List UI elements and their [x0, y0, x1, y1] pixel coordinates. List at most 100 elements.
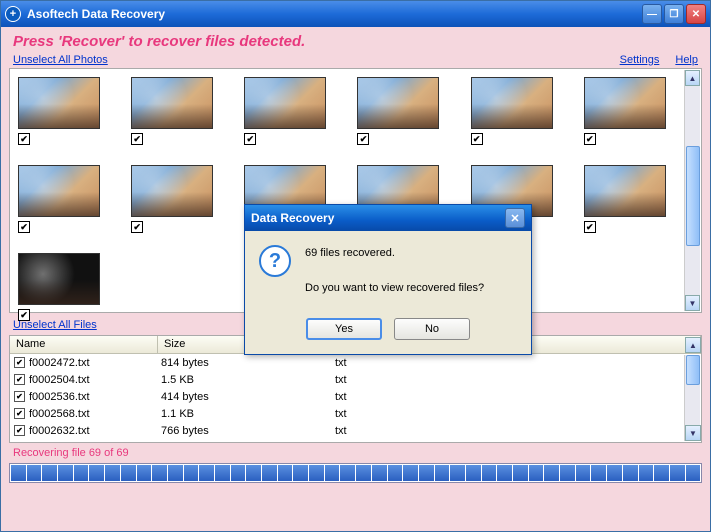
scroll-down-icon[interactable]: ▼ [685, 425, 701, 441]
photo-checkbox[interactable]: ✔ [584, 221, 596, 233]
maximize-button[interactable]: ❐ [664, 4, 684, 24]
file-name: f0002632.txt [29, 425, 161, 437]
photo-thumbnail-cell: ✔ [471, 77, 570, 145]
file-checkbox[interactable]: ✔ [14, 374, 25, 385]
progress-segment [388, 465, 403, 481]
progress-segment [576, 465, 591, 481]
scroll-thumb[interactable] [686, 146, 700, 246]
no-button[interactable]: No [394, 318, 470, 340]
photo-thumbnail-cell: ✔ [584, 77, 683, 145]
photo-thumbnail-cell: ✔ [357, 77, 456, 145]
progress-segment [184, 465, 199, 481]
file-checkbox[interactable]: ✔ [14, 357, 25, 368]
yes-button[interactable]: Yes [306, 318, 382, 340]
table-row[interactable]: ✔f0002472.txt814 bytestxt [10, 354, 701, 371]
photo-checkbox[interactable]: ✔ [584, 133, 596, 145]
progress-segment [74, 465, 89, 481]
dialog-close-button[interactable]: ✕ [505, 208, 525, 228]
dialog-text: 69 files recovered. Do you want to view … [305, 245, 484, 298]
file-rows: ✔f0002472.txt814 bytestxt✔f0002504.txt1.… [10, 354, 701, 442]
progress-segment [89, 465, 104, 481]
file-scrollbar[interactable]: ▲ ▼ [684, 355, 700, 441]
dialog-buttons: Yes No [245, 312, 531, 354]
column-header-name[interactable]: Name [10, 336, 158, 353]
photo-thumbnail[interactable] [584, 77, 666, 129]
photo-thumbnail[interactable] [244, 77, 326, 129]
progress-segment [246, 465, 261, 481]
photo-checkbox[interactable]: ✔ [244, 133, 256, 145]
photo-checkbox[interactable]: ✔ [131, 221, 143, 233]
progress-segment [199, 465, 214, 481]
dialog-titlebar: Data Recovery ✕ [245, 205, 531, 231]
dialog-line1: 69 files recovered. [305, 245, 484, 263]
settings-link[interactable]: Settings [620, 54, 660, 66]
photo-thumbnail[interactable] [131, 77, 213, 129]
progress-segment [356, 465, 371, 481]
photo-thumbnail[interactable] [18, 77, 100, 129]
table-row[interactable]: ✔f0002504.txt1.5 KBtxt [10, 371, 701, 388]
photo-thumbnail-cell: ✔ [18, 77, 117, 145]
progress-segment [450, 465, 465, 481]
file-checkbox[interactable]: ✔ [14, 425, 25, 436]
progress-segment [372, 465, 387, 481]
file-name: f0002568.txt [29, 408, 161, 420]
scroll-thumb[interactable] [686, 355, 700, 385]
unselect-all-photos-link[interactable]: Unselect All Photos [13, 54, 108, 66]
photo-thumbnail[interactable] [357, 77, 439, 129]
file-checkbox[interactable]: ✔ [14, 408, 25, 419]
file-extension: txt [335, 391, 483, 403]
photo-checkbox[interactable]: ✔ [18, 221, 30, 233]
photo-checkbox[interactable]: ✔ [357, 133, 369, 145]
progress-segment [168, 465, 183, 481]
scroll-down-icon[interactable]: ▼ [685, 295, 700, 311]
photo-thumbnail[interactable] [584, 165, 666, 217]
window-title: Asoftech Data Recovery [27, 7, 642, 21]
table-row[interactable]: ✔ f0002536.txt414 bytestxt [10, 388, 701, 405]
photo-scrollbar[interactable]: ▲ ▼ [684, 70, 700, 311]
file-name: f0002536.txt [29, 391, 161, 403]
file-extension: txt [335, 357, 483, 369]
photo-thumbnail[interactable] [18, 165, 100, 217]
file-size: 414 bytes [161, 391, 335, 403]
photo-checkbox[interactable]: ✔ [18, 133, 30, 145]
progress-segment [544, 465, 559, 481]
progress-segment [27, 465, 42, 481]
help-link[interactable]: Help [675, 54, 698, 66]
progress-segment [607, 465, 622, 481]
file-extension: txt [335, 425, 483, 437]
table-row[interactable]: ✔f0002568.txt1.1 KBtxt [10, 405, 701, 422]
progress-segment [419, 465, 434, 481]
photo-checkbox[interactable]: ✔ [131, 133, 143, 145]
progress-segment [262, 465, 277, 481]
scroll-up-icon[interactable]: ▲ [685, 337, 701, 353]
dialog-body: ? 69 files recovered. Do you want to vie… [245, 231, 531, 312]
photo-thumbnail[interactable] [18, 253, 100, 305]
photo-checkbox[interactable]: ✔ [471, 133, 483, 145]
progress-segment [529, 465, 544, 481]
window-controls: — ❐ ✕ [642, 4, 706, 24]
photo-thumbnail[interactable] [131, 165, 213, 217]
file-extension: txt [335, 374, 483, 386]
file-name: f0002504.txt [29, 374, 161, 386]
progress-segment [639, 465, 654, 481]
progress-segment [435, 465, 450, 481]
minimize-button[interactable]: — [642, 4, 662, 24]
file-extension: txt [335, 408, 483, 420]
file-size: 766 bytes [161, 425, 335, 437]
close-button[interactable]: ✕ [686, 4, 706, 24]
instruction-text: Press 'Recover' to recover files detecte… [13, 33, 698, 50]
table-row[interactable]: ✔ f0002632.txt766 bytestxt [10, 422, 701, 439]
scroll-up-icon[interactable]: ▲ [685, 70, 700, 86]
dialog-title: Data Recovery [251, 211, 505, 225]
progress-segment [686, 465, 701, 481]
progress-segment [591, 465, 606, 481]
recovery-dialog: Data Recovery ✕ ? 69 files recovered. Do… [244, 204, 532, 355]
file-checkbox[interactable]: ✔ [14, 391, 25, 402]
progress-segment [105, 465, 120, 481]
file-name: f0002472.txt [29, 357, 161, 369]
photo-checkbox[interactable]: ✔ [18, 309, 30, 321]
photo-thumbnail-cell: ✔ [584, 165, 683, 233]
photo-thumbnail[interactable] [471, 77, 553, 129]
status-text: Recovering file 69 of 69 [13, 447, 698, 459]
progress-segment [482, 465, 497, 481]
